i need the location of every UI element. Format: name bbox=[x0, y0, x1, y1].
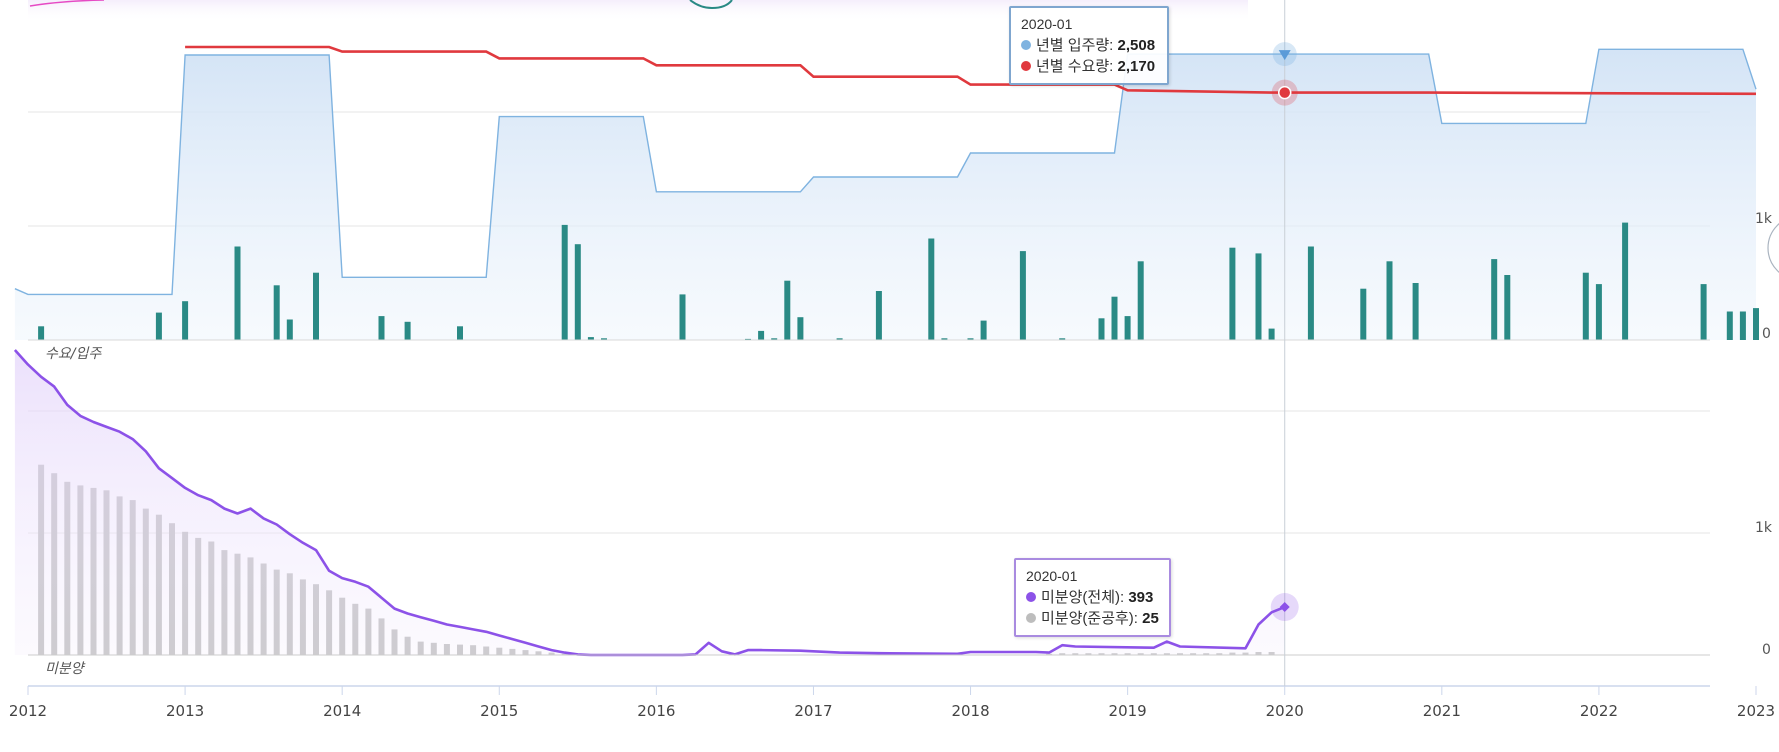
monthly-supply-bar bbox=[1491, 259, 1498, 340]
series-dot-icon bbox=[1021, 40, 1031, 50]
tooltip-row-label: 년별 수요량 bbox=[1036, 58, 1110, 75]
monthly-supply-bar bbox=[561, 224, 568, 340]
monthly-supply-bar bbox=[797, 317, 804, 340]
monthly-supply-bar bbox=[286, 319, 293, 340]
monthly-supply-bar bbox=[1412, 283, 1419, 340]
monthly-supply-bar bbox=[155, 312, 162, 340]
monthly-supply-bar bbox=[1111, 296, 1118, 340]
monthly-supply-bar bbox=[1307, 246, 1314, 340]
tooltip-row-value: 2,508 bbox=[1117, 37, 1156, 54]
monthly-supply-bar bbox=[313, 272, 319, 340]
x-tick-label: 2015 bbox=[480, 702, 518, 720]
monthly-supply-bar bbox=[1255, 253, 1262, 340]
monthly-supply-bar bbox=[182, 301, 189, 340]
series-dot-icon bbox=[1026, 613, 1036, 623]
tooltip-row-value: 25 bbox=[1142, 610, 1159, 627]
monthly-supply-bar bbox=[574, 244, 581, 340]
monthly-supply-bar bbox=[404, 321, 411, 340]
tooltip-row-value: 393 bbox=[1128, 589, 1154, 606]
x-tick-label: 2023 bbox=[1737, 702, 1775, 720]
x-tick-label: 2013 bbox=[166, 702, 204, 720]
tooltip-row-value: 2,170 bbox=[1117, 58, 1156, 75]
monthly-supply-bar bbox=[1124, 316, 1131, 340]
monthly-supply-bar bbox=[1726, 311, 1733, 340]
monthly-supply-bar bbox=[1700, 284, 1707, 340]
tooltip-row-demand: 년별 수요량: 2,170 bbox=[1021, 56, 1155, 77]
monthly-supply-bar bbox=[1268, 328, 1275, 340]
tooltip-row-label: 미분양(전체) bbox=[1041, 589, 1120, 606]
tooltip-row-label: 미분양(준공후) bbox=[1041, 610, 1134, 627]
monthly-supply-bar bbox=[273, 285, 280, 340]
tooltip-row-label: 년별 입주량 bbox=[1036, 37, 1110, 54]
monthly-supply-bar bbox=[1595, 284, 1602, 340]
bottom-panel-label: 미분양 bbox=[45, 661, 86, 677]
y-tick-label: 1k bbox=[1755, 520, 1773, 536]
monthly-supply-bar bbox=[457, 326, 463, 340]
tooltip-date: 2020-01 bbox=[1021, 16, 1073, 32]
monthly-supply-bar bbox=[1360, 288, 1367, 340]
x-tick-label: 2018 bbox=[951, 702, 989, 720]
y-tick-label: 0 bbox=[1762, 642, 1771, 658]
monthly-supply-bar bbox=[1582, 272, 1589, 340]
tooltip-row-supply: 년별 입주량: 2,508 bbox=[1021, 35, 1155, 56]
monthly-supply-bar bbox=[980, 320, 987, 340]
x-tick-label: 2019 bbox=[1109, 702, 1147, 720]
monthly-supply-bar bbox=[1137, 261, 1144, 340]
monthly-supply-bar bbox=[1098, 318, 1105, 340]
x-tick-label: 2012 bbox=[9, 702, 47, 720]
demand-line bbox=[185, 45, 1757, 96]
tooltip-supply-demand: 2020-01 년별 입주량: 2,508 년별 수요량: 2,170 bbox=[1009, 6, 1170, 85]
monthly-supply-bar bbox=[1386, 261, 1393, 340]
series-dot-icon bbox=[1026, 592, 1036, 602]
monthly-supply-bar bbox=[1504, 275, 1511, 340]
monthly-supply-bar bbox=[679, 294, 686, 340]
tooltip-unsold: 2020-01 미분양(전체): 393 미분양(준공후): 25 bbox=[1014, 558, 1171, 637]
monthly-supply-bar bbox=[378, 316, 385, 340]
monthly-supply-bar bbox=[1622, 222, 1629, 340]
monthly-supply-bar bbox=[1739, 311, 1746, 340]
monthly-supply-bar bbox=[234, 246, 241, 340]
monthly-supply-bar bbox=[758, 330, 765, 340]
monthly-supply-bar bbox=[928, 238, 935, 340]
monthly-supply-bar bbox=[1019, 251, 1026, 340]
monthly-supply-bar bbox=[1229, 247, 1236, 340]
chart-svg: 수요/입주 1k 0 미분양 1k 0 2012 2013 2014 2015 2016 2017… bbox=[9, 0, 1779, 720]
tooltip-date: 2020-01 bbox=[1026, 568, 1078, 584]
demand-marker bbox=[1277, 85, 1292, 100]
chart-container: 수요/입주 1k 0 미분양 1k 0 2012 2013 2014 2015 2016 2017… bbox=[0, 0, 1779, 747]
x-tick-label: 2017 bbox=[794, 702, 832, 720]
x-tick-label: 2022 bbox=[1580, 702, 1618, 720]
tooltip-row-unsold-after: 미분양(준공후): 25 bbox=[1026, 608, 1159, 629]
top-panel-label: 수요/입주 bbox=[45, 346, 102, 362]
monthly-supply-bar bbox=[38, 326, 45, 340]
x-tick-label: 2014 bbox=[323, 702, 361, 720]
tooltip-row-unsold-total: 미분양(전체): 393 bbox=[1026, 587, 1159, 608]
monthly-supply-bar bbox=[875, 291, 882, 340]
monthly-supply-bar bbox=[784, 280, 791, 340]
x-tick-label: 2021 bbox=[1423, 702, 1461, 720]
y-tick-label: 0 bbox=[1762, 326, 1771, 342]
y-tick-label: 1k bbox=[1755, 211, 1773, 227]
monthly-supply-bar bbox=[1753, 308, 1759, 340]
series-dot-icon bbox=[1021, 61, 1031, 71]
x-tick-label: 2016 bbox=[637, 702, 675, 720]
x-tick-label: 2020 bbox=[1266, 702, 1304, 720]
